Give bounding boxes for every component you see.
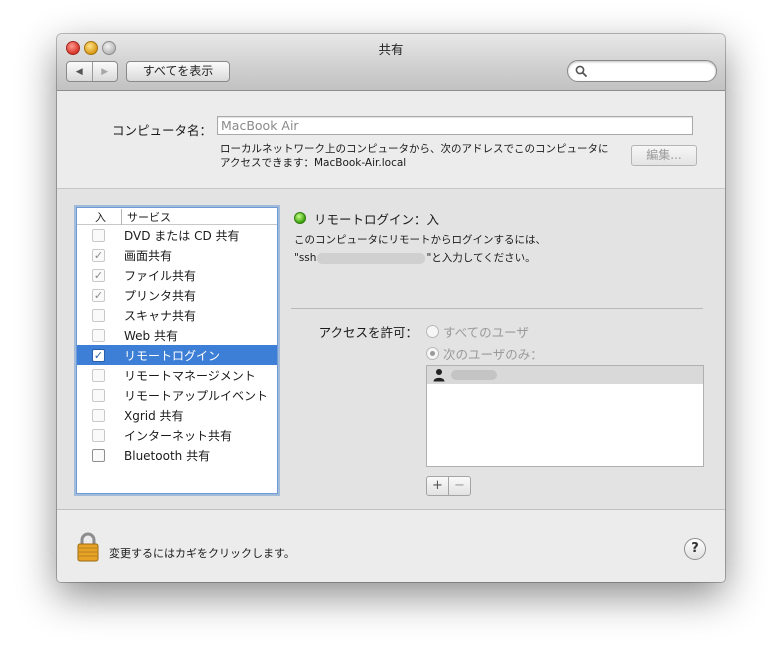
ssh-suffix: "と入力してください。 xyxy=(426,252,536,264)
radio-only-these-users[interactable]: 次のユーザのみ： xyxy=(426,344,543,363)
lock-icon[interactable] xyxy=(77,532,99,562)
service-name: Xgrid 共有 xyxy=(124,409,184,423)
redacted-address xyxy=(317,252,426,264)
service-desc-line-1: このコンピュータにリモートからログインするには、 xyxy=(294,234,546,246)
service-section: 入 サービス DVD または CD 共有 ✓ 画面共有 ✓ ファイル共有 ✓ プ… xyxy=(57,189,725,510)
show-all-button[interactable]: すべてを表示 xyxy=(126,61,230,82)
title-bar: 共有 ◀ ▶ すべてを表示 xyxy=(57,34,725,91)
service-checkbox[interactable] xyxy=(92,369,105,382)
radio-only-users-label: 次のユーザのみ： xyxy=(443,347,543,362)
search-field[interactable] xyxy=(567,60,717,82)
service-checkbox[interactable] xyxy=(92,449,105,462)
service-list-header: 入 サービス xyxy=(77,208,277,225)
service-name: プリンタ共有 xyxy=(124,289,197,303)
back-button[interactable]: ◀ xyxy=(67,62,92,81)
service-row-remote-apple-events[interactable]: リモートアップルイベント xyxy=(77,385,277,405)
service-row-printer-sharing[interactable]: ✓ プリンタ共有 xyxy=(77,285,277,305)
service-checkbox[interactable] xyxy=(92,389,105,402)
service-row-file-sharing[interactable]: ✓ ファイル共有 xyxy=(77,265,277,285)
service-name: インターネット共有 xyxy=(124,429,233,443)
service-checkbox[interactable]: ✓ xyxy=(92,289,105,302)
section-divider xyxy=(291,308,703,309)
service-row-internet-sharing[interactable]: インターネット共有 xyxy=(77,425,277,445)
radio-all-users-label: すべてのユーザ xyxy=(443,325,529,340)
radio-button[interactable] xyxy=(426,347,439,360)
address-desc-line-2: アクセスできます：MacBook-Air.local xyxy=(220,157,407,169)
service-name: スキャナ共有 xyxy=(124,309,197,323)
service-description: このコンピュータにリモートからログインするには、 "ssh "と入力してください。 xyxy=(294,231,624,267)
computer-name-field[interactable] xyxy=(217,116,693,135)
service-checkbox[interactable] xyxy=(92,229,105,242)
service-row-remote-login[interactable]: ✓ リモートログイン xyxy=(77,345,277,365)
column-header-on[interactable]: 入 xyxy=(95,209,106,225)
ssh-prefix: "ssh xyxy=(294,252,317,264)
redacted-user-name xyxy=(451,370,497,380)
service-name: DVD または CD 共有 xyxy=(124,229,240,243)
forward-button[interactable]: ▶ xyxy=(91,62,118,81)
service-name: Bluetooth 共有 xyxy=(124,449,211,463)
service-checkbox[interactable] xyxy=(92,309,105,322)
service-name: リモートアップルイベント xyxy=(124,389,269,403)
column-header-service[interactable]: サービス xyxy=(121,209,171,225)
service-checkbox[interactable] xyxy=(92,409,105,422)
service-row-xgrid-sharing[interactable]: Xgrid 共有 xyxy=(77,405,277,425)
back-forward-control: ◀ ▶ xyxy=(66,61,118,82)
service-row-dvd[interactable]: DVD または CD 共有 xyxy=(77,225,277,245)
allowed-users-list[interactable] xyxy=(426,365,704,467)
add-user-button[interactable]: + xyxy=(426,476,449,496)
service-row-scanner-sharing[interactable]: スキャナ共有 xyxy=(77,305,277,325)
radio-button[interactable] xyxy=(426,325,439,338)
service-name: ファイル共有 xyxy=(124,269,197,283)
service-checkbox[interactable] xyxy=(92,429,105,442)
service-row-bluetooth-sharing[interactable]: Bluetooth 共有 xyxy=(77,445,277,465)
sharing-window: 共有 ◀ ▶ すべてを表示 コンピュータ名： ローカルネットワーク上のコンピュー… xyxy=(57,34,725,582)
service-row-remote-management[interactable]: リモートマネージメント xyxy=(77,365,277,385)
service-name: リモートマネージメント xyxy=(124,369,256,383)
service-row-web-sharing[interactable]: Web 共有 xyxy=(77,325,277,345)
service-checkbox[interactable]: ✓ xyxy=(92,269,105,282)
search-input[interactable] xyxy=(590,63,710,80)
footer-section: 変更するにはカギをクリックします。 ? xyxy=(57,510,725,582)
service-row-screen-sharing[interactable]: ✓ 画面共有 xyxy=(77,245,277,265)
search-icon xyxy=(575,65,587,77)
remove-user-button[interactable]: − xyxy=(448,476,471,496)
service-list[interactable]: 入 サービス DVD または CD 共有 ✓ 画面共有 ✓ ファイル共有 ✓ プ… xyxy=(76,207,278,494)
radio-all-users[interactable]: すべてのユーザ xyxy=(426,322,529,341)
service-name: 画面共有 xyxy=(124,249,173,263)
service-name: Web 共有 xyxy=(124,329,178,343)
access-label: アクセスを許可： xyxy=(318,325,418,340)
lock-message: 変更するにはカギをクリックします。 xyxy=(109,547,295,560)
help-button[interactable]: ? xyxy=(684,538,706,560)
computer-name-section: コンピュータ名： ローカルネットワーク上のコンピュータから、次のアドレスでこのコ… xyxy=(57,91,725,189)
service-checkbox[interactable] xyxy=(92,329,105,342)
user-icon xyxy=(433,369,445,382)
service-checkbox[interactable]: ✓ xyxy=(92,249,105,262)
service-status-title: リモートログイン：入 xyxy=(314,212,440,227)
service-checkbox[interactable]: ✓ xyxy=(92,349,105,362)
user-list-item[interactable] xyxy=(427,366,703,384)
computer-name-label: コンピュータ名： xyxy=(111,123,212,138)
window-title: 共有 xyxy=(378,42,404,57)
service-desc-line-2: "ssh "と入力してください。 xyxy=(294,249,624,267)
computer-address-desc: ローカルネットワーク上のコンピュータから、次のアドレスでこのコンピュータに アク… xyxy=(220,142,630,170)
edit-button[interactable]: 編集... xyxy=(631,145,697,166)
status-indicator-icon xyxy=(294,212,306,224)
service-name: リモートログイン xyxy=(124,349,221,363)
address-desc-line-1: ローカルネットワーク上のコンピュータから、次のアドレスでこのコンピュータに xyxy=(220,143,609,155)
